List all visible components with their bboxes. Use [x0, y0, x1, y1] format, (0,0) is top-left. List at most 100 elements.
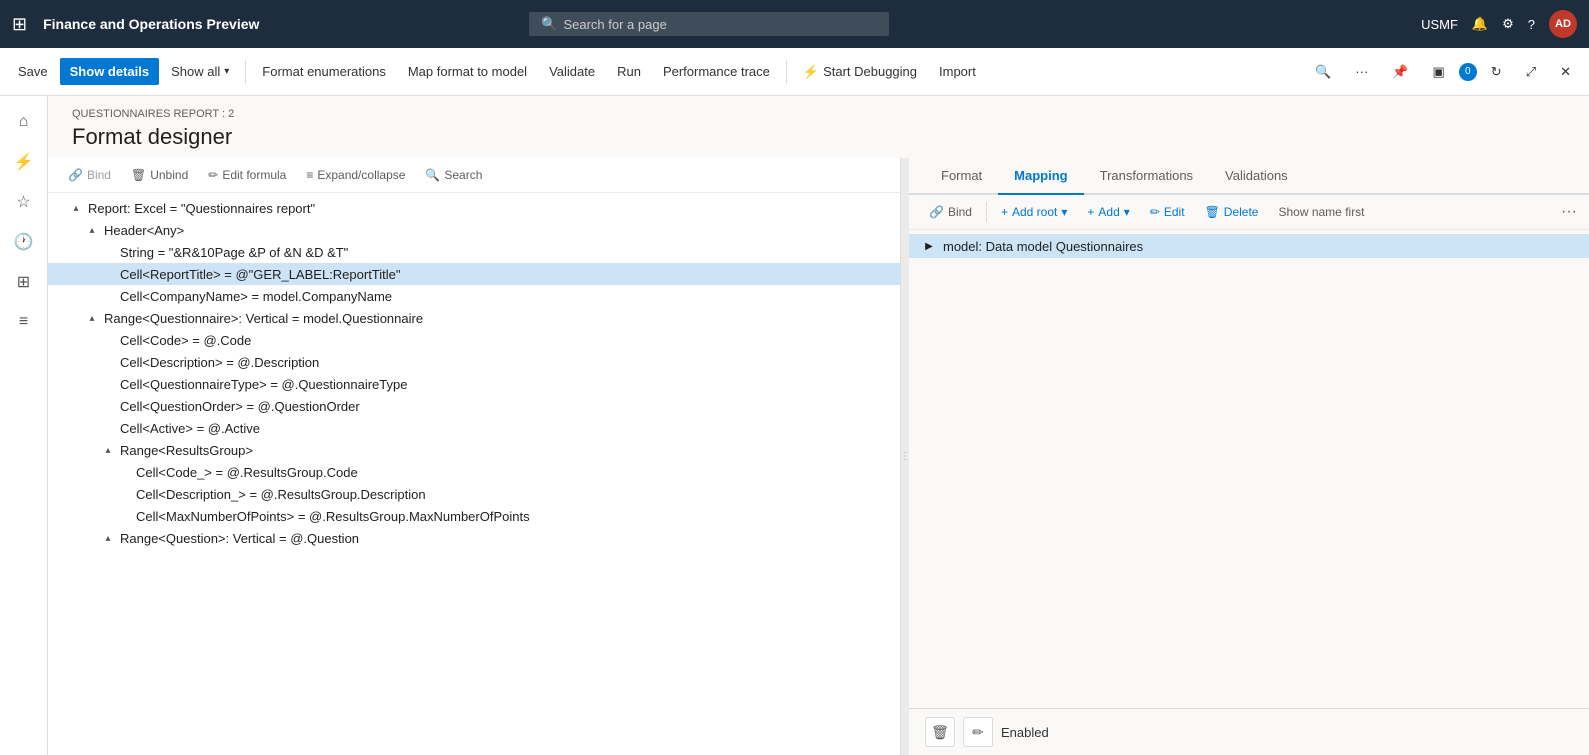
- right-panel: FormatMappingTransformationsValidations …: [909, 158, 1589, 755]
- tree-item[interactable]: Cell<CompanyName> = model.CompanyName: [48, 285, 900, 307]
- mapping-item[interactable]: ▶model: Data model Questionnaires: [909, 234, 1589, 258]
- tree-item[interactable]: String = "&R&10Page &P of &N &D &T": [48, 241, 900, 263]
- separator-2: [786, 60, 787, 84]
- tree-item[interactable]: Cell<ReportTitle> = @"GER_LABEL:ReportTi…: [48, 263, 900, 285]
- mapping-tree: ▶model: Data model Questionnaires: [909, 230, 1589, 708]
- tree-toggle-icon: [100, 376, 116, 392]
- save-button[interactable]: Save: [8, 58, 58, 85]
- tree-item[interactable]: Cell<Code_> = @.ResultsGroup.Code: [48, 461, 900, 483]
- strip-delete-button[interactable]: 🗑: [925, 717, 955, 747]
- panel-divider[interactable]: [901, 158, 909, 755]
- more-btn[interactable]: ···: [1345, 58, 1378, 85]
- tree-item[interactable]: Cell<Description_> = @.ResultsGroup.Desc…: [48, 483, 900, 505]
- pin-btn[interactable]: 📌: [1382, 58, 1418, 86]
- tree-item[interactable]: ▴Report: Excel = "Questionnaires report": [48, 197, 900, 219]
- tree-toggle-icon: [100, 288, 116, 304]
- global-search[interactable]: 🔍 Search for a page: [529, 12, 889, 36]
- more-options-icon[interactable]: ···: [1561, 203, 1577, 220]
- search-icon2: 🔍: [425, 168, 440, 182]
- tree-toggle-icon: [100, 354, 116, 370]
- breadcrumb: QUESTIONNAIRES REPORT : 2: [72, 108, 1565, 120]
- search-placeholder: Search for a page: [563, 17, 666, 32]
- tree-item[interactable]: ▴Header<Any>: [48, 219, 900, 241]
- show-details-button[interactable]: Show details: [60, 58, 159, 85]
- sidebar-filter-icon[interactable]: ⚡: [6, 144, 42, 180]
- tree-item-text: Cell<Code> = @.Code: [120, 333, 251, 348]
- tree-toggle-icon: ▴: [100, 530, 116, 546]
- delete-button[interactable]: 🗑 Delete: [1197, 201, 1267, 223]
- tree-item-text: Cell<Code_> = @.ResultsGroup.Code: [136, 465, 358, 480]
- add-button[interactable]: + Add ▾: [1079, 201, 1137, 223]
- tab-transformations[interactable]: Transformations: [1084, 158, 1209, 195]
- sidebar-home-icon[interactable]: ⌂: [6, 104, 42, 140]
- tree-item[interactable]: ▴Range<ResultsGroup>: [48, 439, 900, 461]
- left-panel: 🔗 Bind 🗑 Unbind ✏ Edit formula ≡ Expand/…: [48, 158, 901, 755]
- mapping-toggle-icon: ▶: [921, 238, 937, 254]
- search-label: Search: [444, 168, 482, 182]
- bind-button[interactable]: 🔗 Bind: [60, 164, 119, 186]
- page-title: Format designer: [72, 124, 1565, 150]
- performance-trace-button[interactable]: Performance trace: [653, 58, 780, 85]
- help-icon[interactable]: ?: [1528, 17, 1535, 32]
- tab-mapping[interactable]: Mapping: [998, 158, 1083, 195]
- tree-item-text: Cell<ReportTitle> = @"GER_LABEL:ReportTi…: [120, 267, 401, 282]
- close-btn[interactable]: ✕: [1550, 58, 1581, 86]
- delete-icon: 🗑: [1205, 205, 1220, 219]
- tree-item-text: Cell<Active> = @.Active: [120, 421, 260, 436]
- tree-item[interactable]: Cell<Description> = @.Description: [48, 351, 900, 373]
- mapping-bind-button[interactable]: 🔗 Bind: [921, 201, 980, 223]
- sidebar-list-icon[interactable]: ≡: [6, 304, 42, 340]
- unbind-button[interactable]: 🗑 Unbind: [123, 164, 196, 186]
- expand-icon: ≡: [306, 168, 313, 182]
- bell-icon[interactable]: 🔔: [1472, 16, 1488, 32]
- strip-edit-button[interactable]: ✏: [963, 717, 993, 747]
- show-all-button[interactable]: Show all ▾: [161, 58, 239, 85]
- add-root-button[interactable]: + Add root ▾: [993, 201, 1075, 223]
- tree-item[interactable]: Cell<QuestionnaireType> = @.Questionnair…: [48, 373, 900, 395]
- expand-label: Expand/collapse: [317, 168, 405, 182]
- gear-icon[interactable]: ⚙: [1502, 16, 1514, 32]
- grid-icon[interactable]: ⊞: [12, 14, 27, 35]
- tree-item[interactable]: Cell<Active> = @.Active: [48, 417, 900, 439]
- chain-icon: 🔗: [929, 205, 944, 219]
- bind-label: Bind: [87, 168, 111, 182]
- show-name-first-button[interactable]: Show name first: [1270, 201, 1372, 223]
- show-name-first-label: Show name first: [1278, 205, 1364, 219]
- tree-item[interactable]: ▴Range<Questionnaire>: Vertical = model.…: [48, 307, 900, 329]
- tree-item-text: Cell<MaxNumberOfPoints> = @.ResultsGroup…: [136, 509, 530, 524]
- show-all-arrow: ▾: [224, 66, 229, 77]
- tree-item[interactable]: Cell<Code> = @.Code: [48, 329, 900, 351]
- bottom-strip: 🗑 ✏ Enabled: [909, 708, 1589, 755]
- refresh-btn[interactable]: ↻: [1481, 58, 1512, 86]
- import-button[interactable]: Import: [929, 58, 986, 85]
- search-button[interactable]: 🔍 Search: [417, 164, 490, 186]
- tab-validations[interactable]: Validations: [1209, 158, 1304, 195]
- sidebar-grid-icon[interactable]: ⊞: [6, 264, 42, 300]
- tab-format[interactable]: Format: [925, 158, 998, 195]
- avatar[interactable]: AD: [1549, 10, 1577, 38]
- edit-icon: ✏: [1150, 205, 1160, 219]
- sidebar-clock-icon[interactable]: 🕐: [6, 224, 42, 260]
- tree-toggle-icon: ▴: [84, 222, 100, 238]
- add-arrow: ▾: [1124, 205, 1130, 219]
- format-enumerations-button[interactable]: Format enumerations: [252, 58, 396, 85]
- status-text: Enabled: [1001, 725, 1049, 740]
- map-format-button[interactable]: Map format to model: [398, 58, 537, 85]
- tree-item[interactable]: Cell<MaxNumberOfPoints> = @.ResultsGroup…: [48, 505, 900, 527]
- tree-item[interactable]: Cell<QuestionOrder> = @.QuestionOrder: [48, 395, 900, 417]
- unbind-label: Unbind: [150, 168, 188, 182]
- expand-btn[interactable]: ⤢: [1516, 58, 1546, 86]
- mapping-bind-label: Bind: [948, 205, 972, 219]
- panel-btn[interactable]: ▣: [1422, 58, 1454, 86]
- sidebar-star-icon[interactable]: ☆: [6, 184, 42, 220]
- search-toolbar-btn[interactable]: 🔍: [1305, 58, 1341, 86]
- edit-formula-button[interactable]: ✏ Edit formula: [200, 164, 294, 186]
- tree-item-text: Cell<CompanyName> = model.CompanyName: [120, 289, 392, 304]
- expand-collapse-button[interactable]: ≡ Expand/collapse: [298, 164, 413, 186]
- run-button[interactable]: Run: [607, 58, 651, 85]
- edit-button[interactable]: ✏ Edit: [1142, 201, 1193, 223]
- start-debugging-button[interactable]: ⚡ Start Debugging: [793, 58, 927, 86]
- tree-item[interactable]: ▴Range<Question>: Vertical = @.Question: [48, 527, 900, 549]
- validate-button[interactable]: Validate: [539, 58, 605, 85]
- debug-label: Start Debugging: [823, 64, 917, 79]
